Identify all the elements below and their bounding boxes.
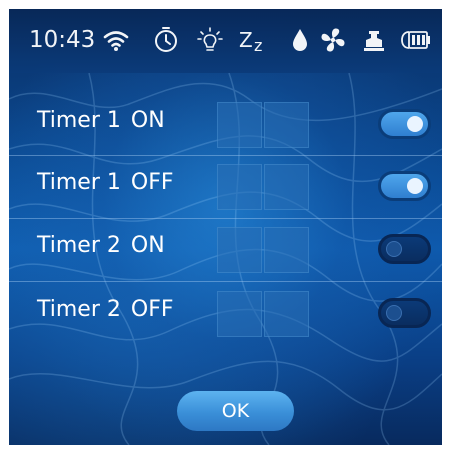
water-drop-icon (293, 29, 307, 51)
ok-button[interactable]: OK (177, 391, 294, 431)
toggle-knob (407, 178, 423, 194)
status-bar: 10:43 Z z (9, 9, 442, 73)
svg-text:Z: Z (239, 28, 253, 52)
timer-state: ON (130, 233, 165, 258)
toggle-knob (386, 305, 402, 321)
timer-label: Timer 2 OFF (37, 297, 174, 322)
timer-label: Timer 1 ON (37, 108, 165, 133)
timer-state: OFF (130, 170, 174, 195)
timer-row: Timer 2 ON (9, 219, 442, 283)
timer-state: ON (130, 108, 165, 133)
timer-toggle-switch[interactable] (378, 171, 431, 201)
hour-digit-box[interactable] (217, 291, 262, 337)
timer-toggle-switch[interactable] (378, 298, 431, 328)
sleep-icon: Z z (239, 28, 262, 55)
minute-digit-box[interactable] (264, 291, 309, 337)
timer-row: Timer 1 OFF (9, 156, 442, 220)
timer-label: Timer 2 ON (37, 233, 165, 258)
heater-icon (364, 31, 384, 51)
minute-digit-box[interactable] (264, 164, 309, 210)
timer-row: Timer 1 ON (9, 94, 442, 158)
timer-name: Timer 1 (37, 108, 121, 133)
hour-digit-box[interactable] (217, 164, 262, 210)
timer-name: Timer 2 (37, 233, 121, 258)
toggle-knob (407, 116, 423, 132)
clock-time: 10:43 (29, 27, 96, 53)
timer-state: OFF (130, 297, 174, 322)
row-divider (9, 281, 442, 282)
fan-icon (321, 28, 345, 52)
timer-settings-screen: 10:43 Z z Timer 1 ON Timer 1 OFF Timer 2… (9, 9, 442, 445)
timer-name: Timer 1 (37, 170, 121, 195)
clock-timer-icon (155, 27, 177, 52)
light-bulb-icon (197, 27, 223, 51)
wifi-icon (103, 31, 129, 51)
timer-row: Timer 2 OFF (9, 283, 442, 347)
battery-icon (401, 31, 430, 49)
minute-digit-box[interactable] (264, 102, 309, 148)
timer-toggle-switch[interactable] (378, 234, 431, 264)
minute-digit-box[interactable] (264, 227, 309, 273)
svg-text:z: z (254, 36, 262, 55)
timer-name: Timer 2 (37, 297, 121, 322)
timer-toggle-switch[interactable] (378, 109, 431, 139)
hour-digit-box[interactable] (217, 227, 262, 273)
hour-digit-box[interactable] (217, 102, 262, 148)
toggle-knob (386, 241, 402, 257)
timer-label: Timer 1 OFF (37, 170, 174, 195)
